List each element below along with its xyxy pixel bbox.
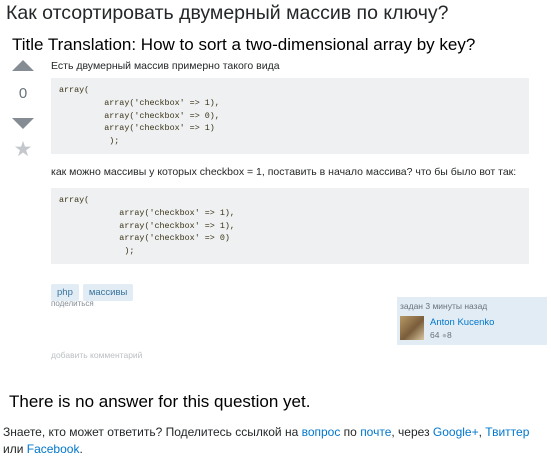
- favorite-star-icon[interactable]: ★: [8, 139, 38, 160]
- facebook-link[interactable]: Facebook: [27, 442, 80, 456]
- no-answer-note: There is no answer for this question yet…: [9, 392, 311, 411]
- share-footer: Знаете, кто может ответить? Поделитесь с…: [3, 424, 543, 458]
- vote-count: 0: [18, 85, 28, 102]
- footer-text-2: по: [340, 425, 361, 439]
- google-plus-link[interactable]: Google+: [433, 425, 479, 439]
- owner-card: задан 3 минуты назад Anton Kucenko 64 ●8: [397, 297, 547, 345]
- avatar[interactable]: [400, 316, 424, 340]
- question-title[interactable]: Как отсортировать двумерный массив по кл…: [6, 2, 448, 25]
- user-name-link[interactable]: Anton Kucenko: [430, 317, 494, 328]
- question-body: Есть двумерный массив примерно такого ви…: [51, 58, 545, 301]
- footer-text-3: , через: [391, 425, 433, 439]
- vote-cell: 0 ★: [8, 60, 38, 160]
- footer-text-6: .: [79, 442, 83, 456]
- user-reputation: 64 ●8: [430, 330, 452, 340]
- question-link[interactable]: вопрос: [302, 425, 341, 439]
- footer-text-1: Знаете, кто может ответить? Поделитесь с…: [3, 425, 302, 439]
- asked-time: задан 3 минуты назад: [400, 301, 488, 311]
- footer-text-5: или: [3, 442, 27, 456]
- title-translation-note: Title Translation: How to sort a two-dim…: [12, 35, 476, 54]
- code-block-2: array( array('checkbox' => 1), array('ch…: [51, 187, 529, 264]
- question-text-2: как можно массивы у которых checkbox = 1…: [51, 165, 517, 178]
- reputation-score: 64: [430, 330, 440, 340]
- badge-count: 8: [446, 330, 452, 340]
- add-comment-link[interactable]: добавить комментарий: [51, 350, 142, 360]
- share-link[interactable]: поделиться: [51, 299, 94, 308]
- question-text-1: Есть двумерный массив примерно такого ви…: [51, 60, 280, 72]
- vote-down-icon[interactable]: [12, 118, 34, 129]
- mail-link[interactable]: почте: [360, 425, 391, 439]
- vote-up-icon[interactable]: [12, 60, 34, 71]
- code-block-1: array( array('checkbox' => 1), array('ch…: [51, 78, 529, 154]
- twitter-link[interactable]: Твиттер: [485, 425, 529, 439]
